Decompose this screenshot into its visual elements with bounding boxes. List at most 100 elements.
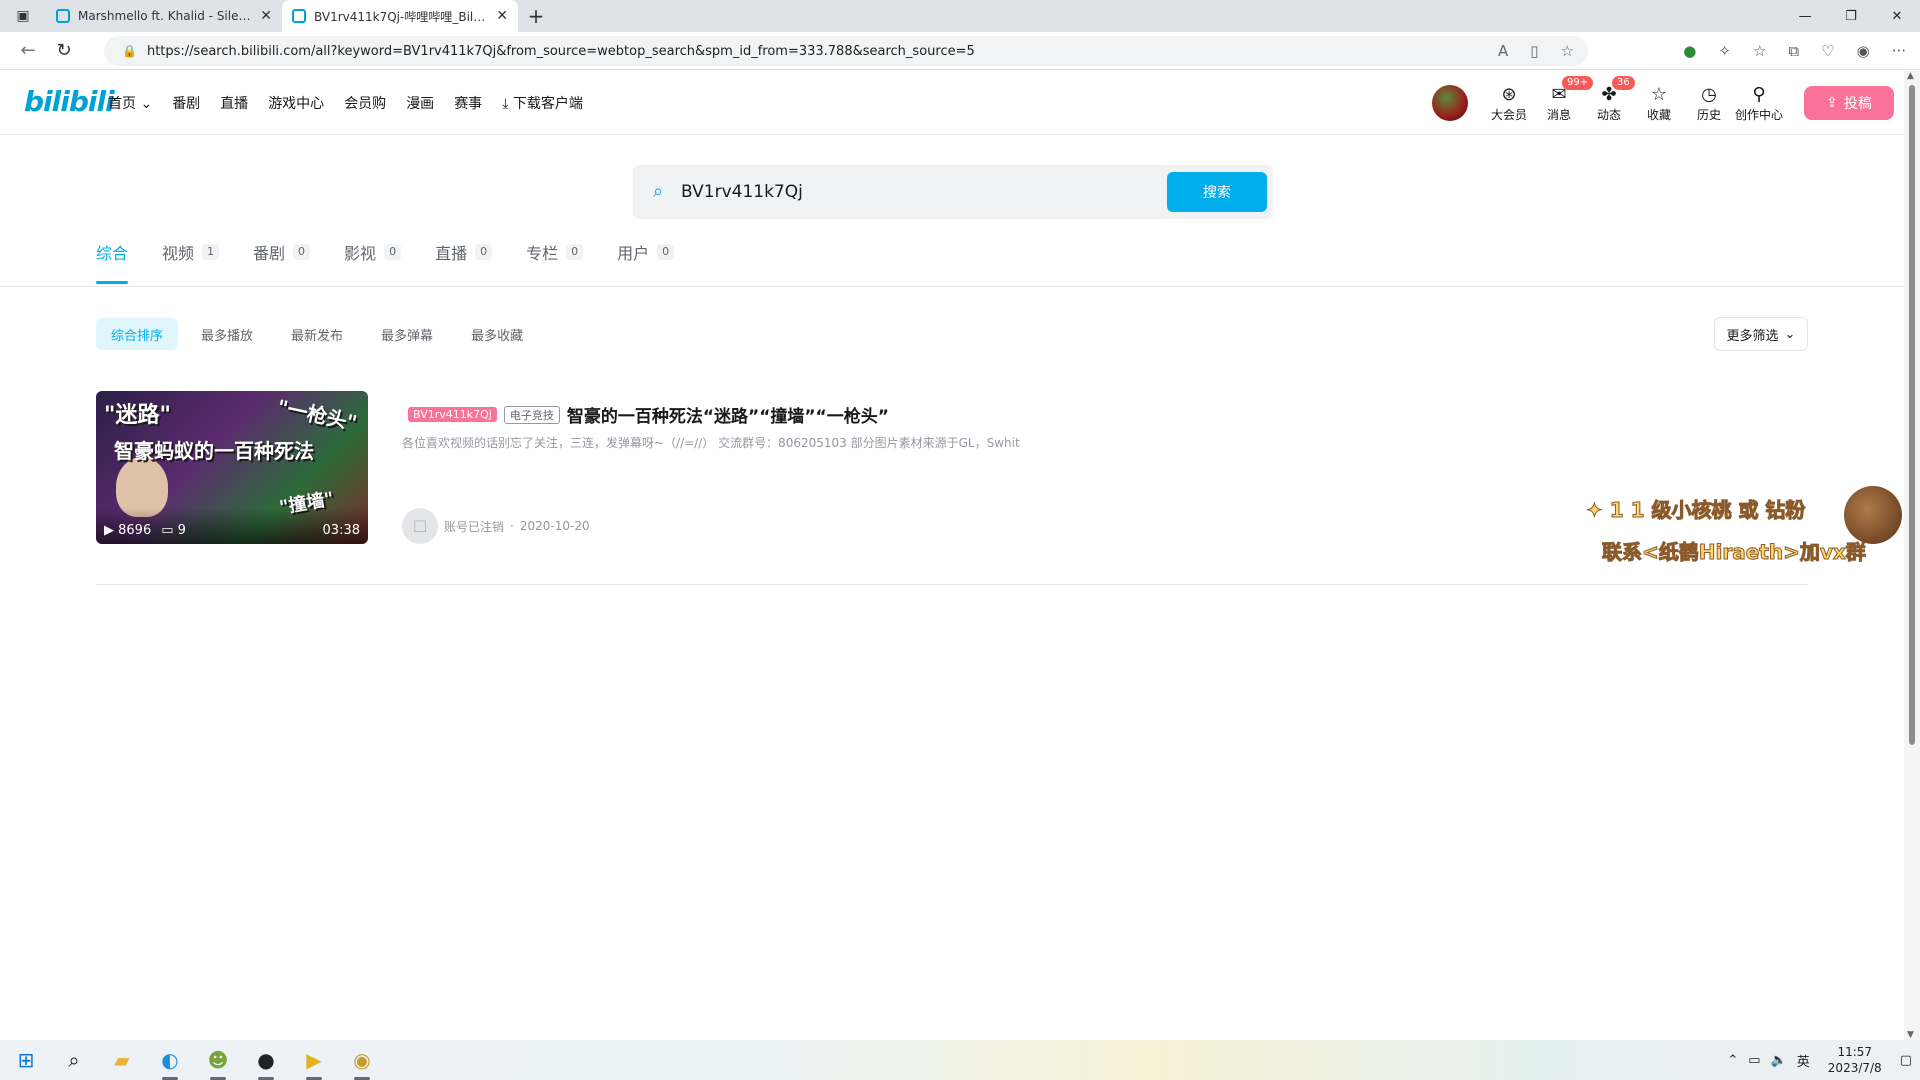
tab-actions-icon[interactable]: ▣ — [0, 0, 46, 32]
read-aloud-icon[interactable]: A — [1498, 42, 1508, 60]
upload-button[interactable]: ⇪ 投稿 — [1804, 86, 1894, 120]
search-button[interactable]: 搜索 — [1167, 172, 1267, 212]
header-dynamic[interactable]: ✤ 36 动态 — [1584, 75, 1635, 123]
thumbnail-text: "迷路" — [104, 403, 171, 428]
nav-live[interactable]: 直播 — [220, 93, 248, 113]
puzzle-icon[interactable]: ✧ — [1718, 42, 1731, 60]
bilibili-favicon-icon — [56, 9, 70, 23]
nav-home[interactable]: 首页 ⌄ — [108, 93, 152, 113]
scroll-up-icon[interactable]: ▲ — [1907, 71, 1914, 81]
tab-label: Marshmello ft. Khalid - Silence (L — [78, 9, 253, 23]
header-favorites[interactable]: ☆ 收藏 — [1634, 84, 1684, 123]
browser-tab-1[interactable]: Marshmello ft. Khalid - Silence (L ✕ — [46, 0, 282, 32]
more-filter-button[interactable]: 更多筛选 ⌄ — [1714, 317, 1808, 351]
vip-icon: ⊛ — [1501, 83, 1517, 105]
tab-count: 1 — [202, 244, 220, 260]
header-message[interactable]: ✉ 99+ 消息 — [1534, 75, 1594, 123]
sort-newest[interactable]: 最新发布 — [276, 318, 358, 350]
publish-date: 2020-10-20 — [519, 519, 590, 533]
volume-icon[interactable]: 🔈 — [1771, 1053, 1787, 1068]
sticker-overlay: ✦ 1 1 级小核桃 或 钻粉 联系<纸鹤Hiraeth>加vx群 — [1586, 486, 1906, 576]
sort-default[interactable]: 综合排序 — [96, 318, 179, 350]
media-app-icon[interactable]: ● — [252, 1046, 280, 1080]
search-icon[interactable]: ⌕ — [60, 1046, 88, 1074]
clock[interactable]: 11:57 2023/7/8 — [1828, 1044, 1882, 1076]
header-creator[interactable]: ⚲ 创作中心 — [1734, 84, 1784, 123]
header-history[interactable]: ◷ 历史 — [1684, 84, 1734, 123]
sort-most-played[interactable]: 最多播放 — [186, 318, 268, 350]
tab-bangumi[interactable]: 番剧 0 — [253, 240, 311, 286]
url-field[interactable]: 🔒 https://search.bilibili.com/all?keywor… — [104, 36, 1588, 66]
collections-icon[interactable]: ⧉ — [1788, 42, 1799, 60]
refresh-icon[interactable]: ↻ — [46, 33, 82, 69]
nav-download[interactable]: 下载客户端 — [502, 93, 583, 113]
thumbnail-text: 智豪蚂蚁的一百种死法 — [114, 439, 314, 463]
extension-icon[interactable]: ● — [1683, 42, 1696, 60]
browser-tab-2[interactable]: BV1rv411k7Qj-哔哩哔哩_Bilibili ✕ — [282, 0, 518, 32]
tab-all[interactable]: 综合 — [96, 240, 129, 286]
category-tag: 电子竞技 — [503, 405, 560, 424]
tray-overflow-icon[interactable]: ⌃ — [1727, 1053, 1738, 1068]
page-scrollbar[interactable]: ▲ ▼ — [1904, 71, 1920, 1040]
player-app-icon[interactable]: ▶ — [300, 1046, 328, 1080]
sort-options: 综合排序 最多播放 最新发布 最多弹幕 最多收藏 — [96, 318, 538, 350]
heart-icon[interactable]: ♡ — [1821, 42, 1834, 60]
windows-start-icon[interactable]: ⊞ — [12, 1046, 40, 1074]
edge-browser-icon[interactable]: ◐ — [156, 1046, 184, 1080]
notification-icon[interactable]: ▢ — [1900, 1053, 1912, 1068]
new-tab-button[interactable]: + — [518, 0, 554, 32]
avatar[interactable] — [1432, 85, 1468, 121]
divider — [0, 286, 1904, 287]
header-vip[interactable]: ⊛ 大会员 — [1484, 84, 1534, 123]
bilibili-logo[interactable]: bilibili — [24, 85, 115, 118]
file-explorer-icon[interactable]: ▰ — [108, 1046, 136, 1074]
sort-most-favorites[interactable]: 最多收藏 — [456, 318, 538, 350]
divider — [96, 584, 1808, 585]
nav-mall[interactable]: 会员购 — [344, 93, 386, 113]
nav-match[interactable]: 赛事 — [454, 93, 482, 113]
nav-game[interactable]: 游戏中心 — [268, 93, 324, 113]
sort-most-danmaku[interactable]: 最多弹幕 — [366, 318, 448, 350]
author-avatar-icon[interactable]: ☐ — [402, 508, 438, 544]
author-name[interactable]: 账号已注销 — [444, 518, 504, 535]
browser-tabstrip: ▣ Marshmello ft. Khalid - Silence (L ✕ B… — [0, 0, 1920, 32]
scrollbar-thumb[interactable] — [1909, 85, 1915, 745]
video-title[interactable]: 智豪的一百种死法“迷路”“撞墙”“一枪头” — [567, 402, 889, 427]
back-icon[interactable]: ← — [10, 33, 46, 69]
url-text: https://search.bilibili.com/all?keyword=… — [146, 43, 975, 59]
scroll-down-icon[interactable]: ▼ — [1907, 1030, 1914, 1040]
window-controls: — ❐ ✕ — [1782, 0, 1920, 32]
video-duration: 03:38 — [322, 523, 360, 538]
profile-icon[interactable]: ◉ — [1857, 42, 1870, 60]
category-tabs: 综合 视频 1 番剧 0 影视 0 直播 0 专栏 0 用户 0 — [96, 240, 675, 286]
tab-user[interactable]: 用户 0 — [617, 240, 675, 286]
game-app-icon[interactable]: ☻ — [204, 1046, 232, 1080]
chevron-down-icon: ⌄ — [140, 96, 153, 112]
tab-video[interactable]: 视频 1 — [162, 240, 220, 286]
more-icon[interactable]: ··· — [1892, 42, 1906, 60]
split-screen-icon[interactable]: ▯ — [1530, 42, 1538, 60]
search-input[interactable] — [681, 175, 1141, 209]
tab-live[interactable]: 直播 0 — [435, 240, 493, 286]
minimize-icon[interactable]: — — [1782, 0, 1828, 32]
tab-article[interactable]: 专栏 0 — [526, 240, 584, 286]
video-meta: ☐ 账号已注销 · 2020-10-20 — [402, 508, 590, 544]
sticker-line: ✦ 1 1 级小核桃 或 钻粉 — [1586, 498, 1806, 523]
star-icon: ✦ — [1586, 498, 1610, 523]
close-icon[interactable]: ✕ — [260, 8, 272, 24]
favorite-icon[interactable]: ☆ — [1561, 42, 1574, 60]
chat-app-icon[interactable]: ◉ — [348, 1046, 376, 1080]
close-icon[interactable]: ✕ — [496, 8, 508, 24]
ime-indicator[interactable]: 英 — [1797, 1051, 1810, 1070]
tab-movie[interactable]: 影视 0 — [344, 240, 402, 286]
video-thumbnail[interactable]: "迷路" "一枪头" 智豪蚂蚁的一百种死法 "撞墙" ▶ 8696 ▭ 9 03… — [96, 391, 368, 544]
favorites-icon[interactable]: ☆ — [1753, 42, 1766, 60]
taskbar-apps: ⊞ ⌕ ▰ ◐ ☻ ● ▶ ◉ — [0, 1046, 376, 1080]
restore-icon[interactable]: ❐ — [1828, 0, 1874, 32]
nav-anime[interactable]: 番剧 — [172, 93, 200, 113]
video-stats: ▶ 8696 ▭ 9 — [104, 523, 186, 538]
nav-manga[interactable]: 漫画 — [406, 93, 434, 113]
close-window-icon[interactable]: ✕ — [1874, 0, 1920, 32]
network-icon[interactable]: ▭ — [1748, 1053, 1760, 1068]
result-title-row: BV1rv411k7Qj 电子竞技 智豪的一百种死法“迷路”“撞墙”“一枪头” — [408, 402, 889, 427]
